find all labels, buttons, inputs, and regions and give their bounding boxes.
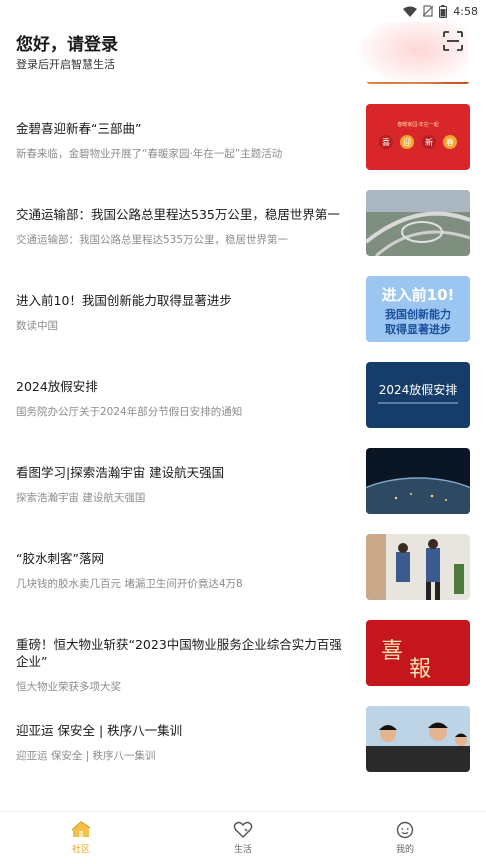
news-description: 数读中国 (16, 320, 58, 332)
news-item[interactable]: “胶水刺客”落网 几块钱的胶水卖几百元 堵漏卫生间开价竟达4万8 (0, 530, 486, 616)
thumb-text: 2024放假安排 (379, 382, 458, 397)
news-headline: “胶水刺客”落网 (16, 551, 104, 566)
news-headline: 金碧喜迎新春“三部曲” (16, 121, 142, 136)
thumb-char: 迎 (403, 137, 411, 147)
bottom-tab-bar: 社区 生活 我的 (0, 811, 486, 864)
news-thumbnail (366, 190, 470, 256)
news-headline: 交通运输部：我国公路总里程达535万公里，稳居世界第一 (16, 207, 340, 222)
news-item[interactable]: 交通运输部：我国公路总里程达535万公里，稳居世界第一 交通运输部：我国公路总里… (0, 186, 486, 272)
profile-face-icon (396, 821, 414, 839)
news-description: 迎亚运 保安全 | 秩序八一集训 (16, 750, 156, 762)
community-icon (71, 821, 91, 837)
news-item[interactable]: 金碧喜迎新春“三部曲” 新春来临，金碧物业开展了“春暖家园·年在一起”主题活动 … (0, 100, 486, 186)
login-greeting-title[interactable]: 您好，请登录 (16, 30, 118, 55)
news-headline: 重磅！恒大物业斩获“2023中国物业服务企业综合实力百强企业” (16, 637, 342, 669)
login-subtitle: 登录后开启智慧生活 (16, 58, 115, 71)
thumb-text: 进入前10! (382, 286, 455, 304)
thumb-char: 春 (446, 137, 454, 147)
news-item[interactable]: 重磅！恒大物业斩获“2023中国物业服务企业综合实力百强企业” 恒大物业荣获多项… (0, 616, 486, 702)
thumb-text: 我国创新能力 (385, 307, 451, 321)
news-thumbnail (366, 706, 470, 772)
news-thumbnail (366, 448, 470, 514)
thumb-char: 新 (425, 137, 433, 147)
thumb-char: 喜 (382, 137, 390, 147)
thumb-caption: 春暖家园·年在一起 (397, 121, 439, 128)
news-thumbnail (366, 534, 470, 600)
wifi-icon (403, 6, 418, 17)
header: 您好，请登录 登录后开启智慧生活 (0, 22, 486, 84)
news-list: 金碧喜迎新春“三部曲” 新春来临，金碧物业开展了“春暖家园·年在一起”主题活动 … (0, 100, 486, 788)
news-description: 恒大物业荣获多项大奖 (16, 681, 121, 693)
battery-icon (439, 4, 448, 18)
status-time: 4:58 (453, 4, 478, 18)
news-thumbnail: 春暖家园·年在一起 喜 迎 新 春 (366, 104, 470, 170)
news-headline: 看图学习|探索浩瀚宇宙 建设航天强国 (16, 465, 225, 480)
scan-icon[interactable] (442, 30, 464, 52)
news-description: 交通运输部：我国公路总里程达535万公里，稳居世界第一 (16, 234, 289, 246)
tab-profile[interactable]: 我的 (365, 821, 445, 855)
news-item[interactable]: 看图学习|探索浩瀚宇宙 建设航天强国 探索浩瀚宇宙 建设航天强国 (0, 444, 486, 530)
news-headline: 迎亚运 保安全 | 秩序八一集训 (16, 723, 183, 738)
news-item[interactable]: 迎亚运 保安全 | 秩序八一集训 迎亚运 保安全 | 秩序八一集训 (0, 702, 486, 788)
thumb-char: 報 (409, 657, 431, 682)
thumb-text: 取得显著进步 (385, 322, 451, 336)
news-item[interactable]: 进入前10！我国创新能力取得显著进步 数读中国 进入前10! 我国创新能力 取得… (0, 272, 486, 358)
tab-label: 社区 (71, 845, 90, 855)
tab-life[interactable]: 生活 (203, 821, 283, 855)
tab-community[interactable]: 社区 (41, 821, 121, 855)
news-item[interactable]: 2024放假安排 国务院办公厅关于2024年部分节假日安排的通知 2024放假安… (0, 358, 486, 444)
news-headline: 2024放假安排 (16, 379, 98, 394)
news-description: 新春来临，金碧物业开展了“春暖家园·年在一起”主题活动 (16, 148, 283, 160)
news-headline: 进入前10！我国创新能力取得显著进步 (16, 293, 232, 308)
thumb-char: 喜 (381, 639, 403, 664)
news-thumbnail: 2024放假安排 (366, 362, 470, 428)
life-heart-icon (233, 821, 253, 838)
status-bar: 4:58 (0, 0, 486, 22)
news-description: 探索浩瀚宇宙 建设航天强国 (16, 492, 146, 504)
tab-label: 我的 (395, 845, 414, 855)
news-thumbnail: 喜 報 (366, 620, 470, 686)
news-description: 国务院办公厅关于2024年部分节假日安排的通知 (16, 406, 243, 418)
news-description: 几块钱的胶水卖几百元 堵漏卫生间开价竟达4万8 (16, 578, 243, 590)
tab-label: 生活 (233, 845, 252, 855)
no-sim-icon (423, 5, 434, 17)
news-thumbnail: 进入前10! 我国创新能力 取得显著进步 (366, 276, 470, 342)
